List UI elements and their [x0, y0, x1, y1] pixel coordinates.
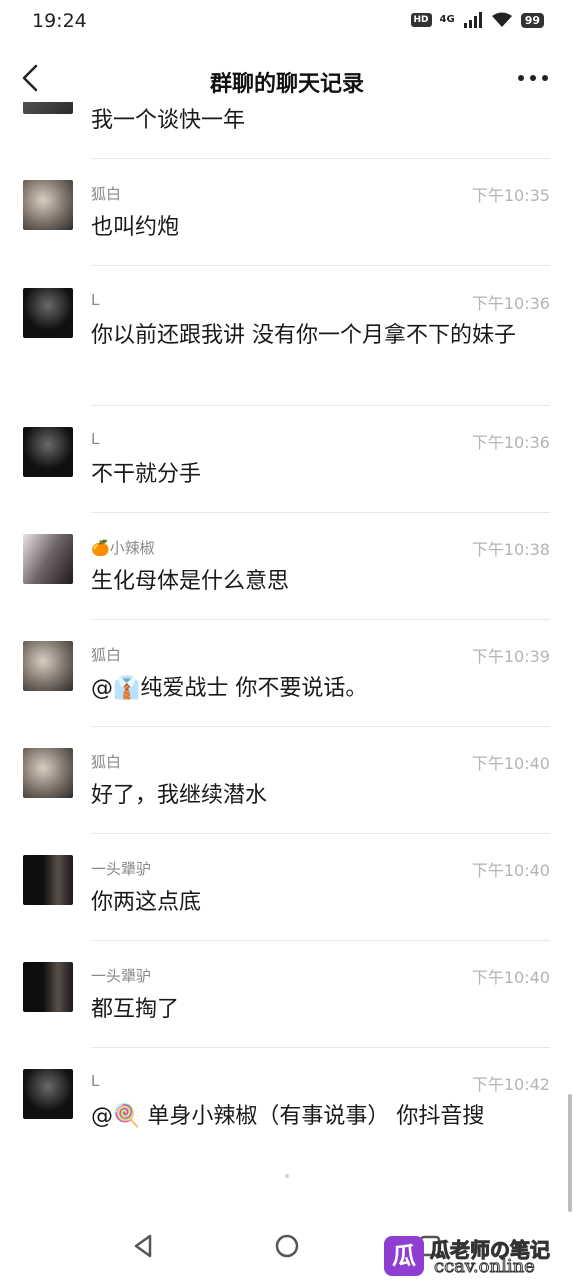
sender-name: 狐白	[91, 646, 122, 664]
message-text: 你以前还跟我讲 没有你一个月拿不下的妹子	[91, 323, 516, 348]
divider	[91, 619, 550, 620]
message-text: 好了，我继续潜水	[91, 783, 268, 808]
divider	[91, 1047, 550, 1048]
status-icons: HD 4G 99	[410, 12, 544, 28]
avatar[interactable]	[23, 641, 73, 691]
divider	[91, 833, 550, 834]
message-text: @🍭 单身小辣椒（有事说事） 你抖音搜	[91, 1104, 485, 1129]
network-label: 4G	[439, 14, 455, 25]
message-time: 下午10:40	[471, 861, 550, 880]
message-text: 都互掏了	[91, 997, 180, 1022]
divider	[91, 405, 550, 406]
message-time: 下午10:39	[471, 647, 550, 666]
back-triangle-icon[interactable]	[130, 1232, 158, 1260]
divider	[91, 265, 550, 266]
sender-name: 狐白	[91, 753, 122, 771]
divider	[91, 940, 550, 941]
message-time: 下午10:42	[471, 1075, 550, 1094]
message-time: 下午10:36	[471, 433, 550, 452]
avatar[interactable]	[23, 855, 73, 905]
avatar[interactable]	[23, 180, 73, 230]
watermark: 瓜 瓜老师の笔记 ccav.online	[384, 1234, 570, 1278]
message-text: @👔纯爱战士 你不要说话。	[91, 676, 368, 701]
message-list[interactable]: 我一个谈快一年 狐白 下午10:35 也叫约炮 L 下午10:36 你以前还跟我…	[0, 102, 574, 1220]
more-dots-icon[interactable]	[516, 66, 550, 90]
avatar[interactable]	[23, 748, 73, 798]
wifi-icon	[491, 12, 512, 27]
message-time: 下午10:40	[471, 968, 550, 987]
watermark-url: ccav.online	[434, 1256, 536, 1278]
sender-name: L	[91, 1072, 100, 1090]
avatar[interactable]	[23, 1069, 73, 1119]
sender-name: L	[91, 291, 100, 309]
message-time: 下午10:38	[471, 540, 550, 559]
avatar[interactable]	[23, 534, 73, 584]
sender-name: L	[91, 430, 100, 448]
message-text: 生化母体是什么意思	[91, 569, 290, 594]
message-time: 下午10:35	[471, 186, 550, 205]
message-time: 下午10:36	[471, 294, 550, 313]
signal-icon	[463, 12, 482, 28]
status-bar: 19:24 HD 4G 99	[0, 0, 574, 46]
message-time: 下午10:40	[471, 754, 550, 773]
hd-icon: HD	[410, 13, 432, 27]
divider	[91, 158, 550, 159]
home-circle-icon[interactable]	[273, 1232, 301, 1260]
scrollbar[interactable]	[568, 1094, 572, 1212]
sender-name: 一头犟驴	[91, 860, 152, 878]
sender-name: 狐白	[91, 185, 122, 203]
watermark-logo: 瓜	[384, 1236, 424, 1276]
message-text: 我一个谈快一年	[91, 108, 246, 133]
sender-name: 🍊小辣椒	[91, 539, 155, 557]
message-text: 你两这点底	[91, 890, 202, 915]
message-text: 不干就分手	[91, 462, 202, 487]
divider	[91, 512, 550, 513]
message-text: 也叫约炮	[91, 215, 180, 240]
avatar[interactable]	[23, 102, 73, 114]
page-title: 群聊的聊天记录	[209, 72, 364, 97]
sender-name: 一头犟驴	[91, 967, 152, 985]
avatar[interactable]	[23, 962, 73, 1012]
page-dot	[285, 1174, 289, 1178]
avatar[interactable]	[23, 427, 73, 477]
avatar[interactable]	[23, 288, 73, 338]
status-time: 19:24	[32, 10, 87, 32]
divider	[91, 726, 550, 727]
battery-icon: 99	[520, 12, 544, 28]
